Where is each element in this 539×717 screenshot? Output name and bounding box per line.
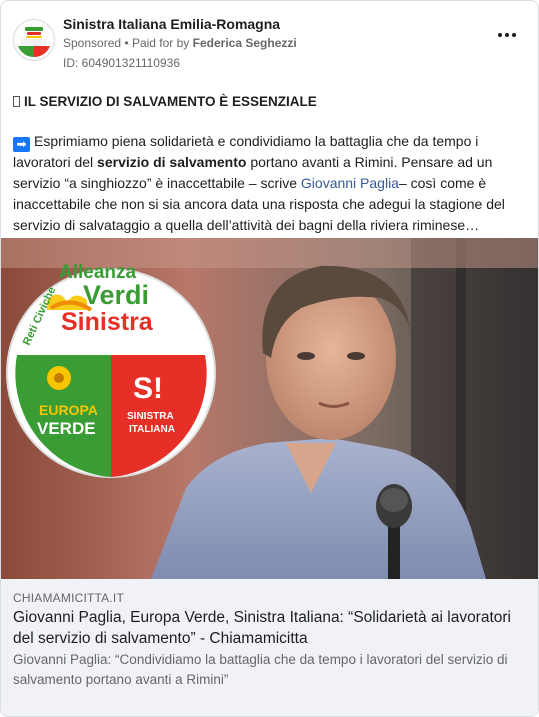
mention-link[interactable]: Giovanni Paglia [301,175,399,191]
page-name-link[interactable]: Sinistra Italiana Emilia-Romagna [63,16,280,32]
logo-right-text2: ITALIANA [129,424,175,435]
link-image[interactable]: Alleanza Verdi Sinistra Reti Civiche EUR… [1,238,538,579]
logo-line2: Verdi [83,280,149,310]
arrow-right-icon: ➡ [13,137,30,152]
ad-card: Sinistra Italiana Emilia-Romagna Sponsor… [0,0,539,717]
body-bold-text: servizio di salvamento [97,154,247,170]
link-title[interactable]: Giovanni Paglia, Europa Verde, Sinistra … [13,607,528,649]
more-options-button[interactable] [495,27,519,43]
more-horizontal-icon [512,33,516,37]
missing-glyph-icon [13,96,20,107]
sponsored-meta: Sponsored • Paid for by Federica Seghezz… [63,36,297,50]
sunflower-icon [47,366,71,390]
page-avatar[interactable] [13,19,55,61]
post-headline: IL SERVIZIO DI SALVAMENTO È ESSENZIALE [13,94,317,109]
paid-for-name: Federica Seghezzi [192,36,297,50]
link-preview[interactable]: CHIAMAMICITTA.IT Giovanni Paglia, Europa… [1,579,538,716]
more-horizontal-icon [505,33,509,37]
meta-separator: • [124,36,129,50]
headline-text: IL SERVIZIO DI SALVAMENTO È ESSENZIALE [24,94,317,109]
link-photo: Alleanza Verdi Sinistra Reti Civiche EUR… [1,238,538,579]
ad-id: ID: 604901321110936 [63,56,180,70]
link-description: Giovanni Paglia: “Condividiamo la battag… [13,652,508,687]
logo-left-text1: EUROPA [39,402,98,418]
post-header: Sinistra Italiana Emilia-Romagna Sponsor… [1,1,538,83]
logo-right-text1: SINISTRA [127,411,174,422]
post-body: ➡ Esprimiamo piena solidarietà e condivid… [13,131,527,236]
paid-for-prefix: Paid for by [131,36,190,50]
more-horizontal-icon [498,33,502,37]
logo-line3: Sinistra [61,308,154,336]
page-logo-icon [15,21,53,59]
link-domain: CHIAMAMICITTA.IT [13,591,124,605]
sponsored-label: Sponsored [63,36,122,50]
logo-right-symbol: S! [133,372,163,405]
logo-left-text2: VERDE [37,419,96,438]
